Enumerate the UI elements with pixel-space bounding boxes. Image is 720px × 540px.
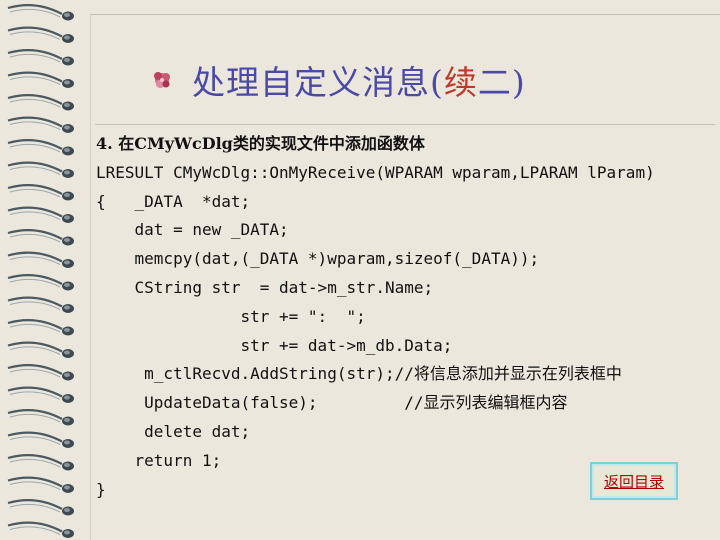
code-line: str += dat->m_db.Data; bbox=[96, 335, 453, 355]
code-line: dat = new _DATA; bbox=[96, 220, 289, 240]
code-line-heading: 4. 在CMyWcDlg类的实现文件中添加函数体 bbox=[96, 134, 425, 153]
title-highlight: 续 bbox=[443, 63, 478, 102]
spiral-binding bbox=[0, 0, 88, 540]
margin-rule bbox=[90, 14, 91, 540]
top-rule bbox=[90, 14, 720, 15]
slide-title: 处理自定义消息(续二) bbox=[192, 56, 526, 104]
code-line: UpdateData(false); //显示列表编辑框内容 bbox=[96, 393, 568, 413]
slide: 处理自定义消息(续二) 4. 在CMyWcDlg类的实现文件中添加函数体 LRE… bbox=[0, 0, 720, 540]
code-line: str += ": "; bbox=[96, 306, 366, 326]
code-line: { _DATA *dat; bbox=[96, 191, 251, 211]
code-line: m_ctlRecvd.AddString(str);//将信息添加并显示在列表框… bbox=[96, 364, 622, 384]
code-line: delete dat; bbox=[96, 421, 251, 441]
bullet-flower-icon bbox=[154, 72, 170, 88]
code-line: LRESULT CMyWcDlg::OnMyReceive(WPARAM wpa… bbox=[96, 162, 655, 182]
code-block: 4. 在CMyWcDlg类的实现文件中添加函数体 LRESULT CMyWcDl… bbox=[96, 130, 696, 504]
title-main: 处理自定义消息( bbox=[192, 63, 444, 102]
return-to-contents-button[interactable]: 返回目录 bbox=[590, 462, 678, 500]
title-separator bbox=[95, 124, 715, 125]
title-row: 处理自定义消息(续二) bbox=[150, 56, 526, 104]
code-line: memcpy(dat,(_DATA *)wparam,sizeof(_DATA)… bbox=[96, 249, 540, 269]
code-line: CString str = dat->m_str.Name; bbox=[96, 277, 434, 297]
title-end: 二) bbox=[477, 63, 526, 102]
